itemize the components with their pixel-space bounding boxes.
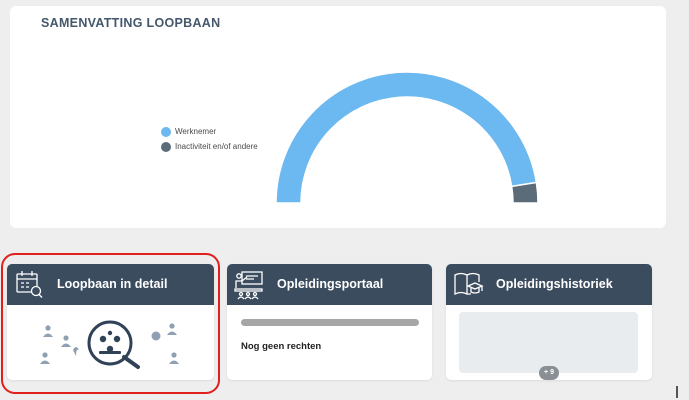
training-progress-bar	[241, 319, 419, 326]
book-graduation-icon	[454, 272, 484, 296]
highlight-frame	[1, 253, 220, 394]
legend-item-werknemer[interactable]: Werknemer	[161, 124, 258, 139]
chart-slice-inactiviteit[interactable]	[510, 181, 539, 204]
tile-title: Opleidingshistoriek	[496, 277, 613, 291]
tile-title: Opleidingsportaal	[277, 277, 384, 291]
chart-legend: Werknemer Inactiviteit en/of andere	[161, 124, 258, 154]
career-half-donut-chart	[275, 71, 539, 204]
legend-label-inactiviteit: Inactiviteit en/of andere	[175, 142, 258, 151]
scrollbar-edge	[676, 386, 678, 398]
tile-opleidingsportaal[interactable]: Opleidingsportaal Nog geen rechten	[227, 264, 432, 380]
legend-label-werknemer: Werknemer	[175, 127, 217, 136]
tile-opleidingshistoriek[interactable]: Opleidingshistoriek + 9	[446, 264, 652, 380]
more-count-badge[interactable]: + 9	[539, 366, 559, 380]
history-placeholder	[459, 312, 638, 373]
tile-header: Opleidingsportaal	[227, 264, 432, 305]
legend-item-inactiviteit[interactable]: Inactiviteit en/of andere	[161, 139, 258, 154]
no-rights-message: Nog geen rechten	[241, 341, 322, 352]
chart-slice-werknemer[interactable]	[275, 71, 538, 204]
classroom-icon	[234, 271, 263, 300]
tile-header: Opleidingshistoriek	[446, 264, 652, 305]
career-summary-card: SAMENVATTING LOOPBAAN Werknemer Inactivi…	[10, 6, 666, 228]
legend-swatch-werknemer	[161, 126, 171, 137]
legend-swatch-inactiviteit	[161, 141, 171, 152]
